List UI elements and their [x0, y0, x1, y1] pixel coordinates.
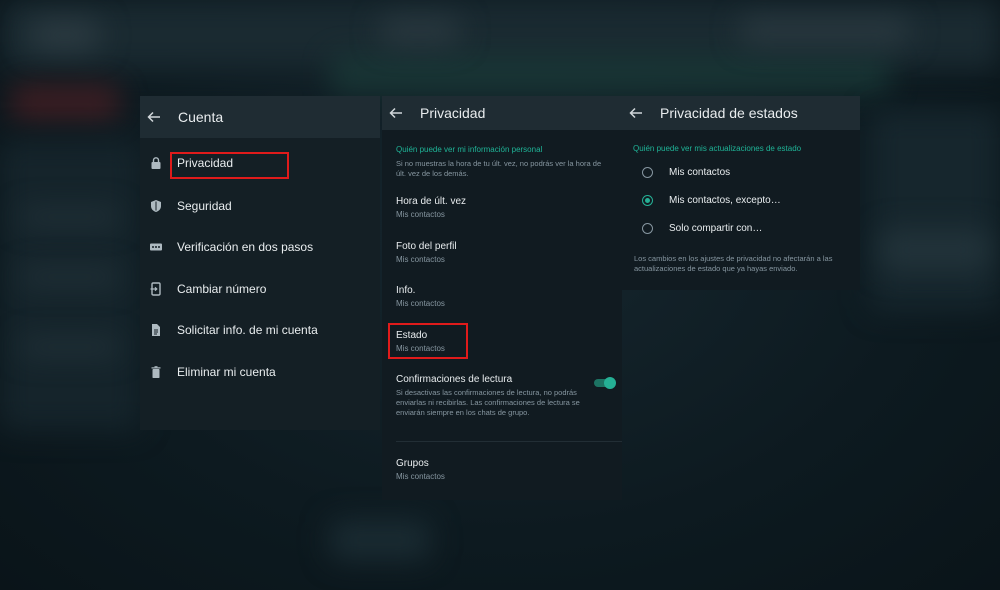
toggle-knob	[604, 377, 616, 389]
menu-item-eliminar-cuenta[interactable]: Eliminar mi cuenta	[140, 357, 380, 387]
privacidad-header: Privacidad	[382, 96, 622, 130]
page-title: Cuenta	[178, 109, 224, 125]
cuenta-header: Cuenta	[140, 96, 380, 138]
section-title: Quién puede ver mi información personal	[396, 145, 543, 154]
lock-icon	[149, 156, 163, 170]
option-value: Mis contactos	[396, 255, 445, 264]
menu-item-cambiar-numero[interactable]: Cambiar número	[140, 274, 380, 304]
page-title: Privacidad de estados	[660, 105, 798, 121]
radio-label: Solo compartir con…	[669, 223, 763, 234]
option-value: Mis contactos	[396, 472, 445, 481]
menu-item-seguridad[interactable]: Seguridad	[140, 191, 380, 221]
option-title: Confirmaciones de lectura	[396, 374, 513, 385]
radio-button-selected[interactable]	[642, 195, 653, 206]
dots-icon	[149, 240, 163, 254]
menu-item-solicitar-info[interactable]: Solicitar info. de mi cuenta	[140, 315, 380, 345]
back-arrow-icon[interactable]	[388, 105, 404, 121]
option-confirmaciones-lectura[interactable]: Confirmaciones de lectura Si desactivas …	[396, 374, 591, 418]
radio-label: Mis contactos	[669, 167, 731, 178]
back-arrow-icon[interactable]	[628, 105, 644, 121]
option-description: Si desactivas las confirmaciones de lect…	[396, 388, 580, 417]
highlight-box-estado	[388, 323, 468, 359]
menu-item-label: Eliminar mi cuenta	[177, 365, 276, 379]
radio-button[interactable]	[642, 167, 653, 178]
menu-item-verificacion[interactable]: Verificación en dos pasos	[140, 232, 380, 262]
back-arrow-icon[interactable]	[146, 109, 162, 125]
radio-button[interactable]	[642, 223, 653, 234]
radio-mis-contactos-excepto[interactable]: Mis contactos, excepto…	[642, 195, 781, 206]
option-grupos[interactable]: Grupos Mis contactos	[396, 458, 611, 481]
menu-item-label: Cambiar número	[177, 282, 267, 296]
option-value: Mis contactos	[396, 299, 445, 308]
cuenta-panel: Cuenta Privacidad Seguridad Verificación…	[140, 96, 380, 430]
option-value: Mis contactos	[396, 210, 445, 219]
read-receipts-toggle[interactable]	[594, 377, 616, 389]
section-title: Quién puede ver mis actualizaciones de e…	[633, 144, 802, 153]
privacidad-panel: Privacidad Quién puede ver mi informació…	[382, 96, 622, 500]
radio-mis-contactos[interactable]: Mis contactos	[642, 167, 730, 178]
menu-item-label: Seguridad	[177, 199, 232, 213]
divider	[396, 441, 622, 442]
option-title: Grupos	[396, 458, 429, 469]
shield-icon	[149, 199, 163, 213]
estados-header: Privacidad de estados	[622, 96, 860, 130]
option-title: Foto del perfil	[396, 241, 457, 252]
option-title: Hora de últ. vez	[396, 196, 467, 207]
option-foto-perfil[interactable]: Foto del perfil Mis contactos	[396, 241, 611, 264]
radio-label: Mis contactos, excepto…	[669, 195, 781, 206]
section-hint: Si no muestras la hora de tu últ. vez, n…	[396, 159, 602, 178]
trash-icon	[149, 365, 163, 379]
page-title: Privacidad	[420, 105, 486, 121]
highlight-box-privacidad	[170, 152, 289, 179]
phone-transfer-icon	[149, 282, 163, 296]
privacy-note: Los cambios en los ajustes de privacidad…	[634, 254, 833, 273]
menu-item-label: Verificación en dos pasos	[177, 240, 314, 254]
option-hora-ult-vez[interactable]: Hora de últ. vez Mis contactos	[396, 196, 611, 219]
option-title: Info.	[396, 285, 416, 296]
menu-item-label: Solicitar info. de mi cuenta	[177, 323, 318, 337]
estados-panel: Privacidad de estados Quién puede ver mi…	[622, 96, 860, 290]
document-icon	[149, 323, 163, 337]
option-info[interactable]: Info. Mis contactos	[396, 285, 611, 308]
radio-solo-compartir[interactable]: Solo compartir con…	[642, 223, 762, 234]
